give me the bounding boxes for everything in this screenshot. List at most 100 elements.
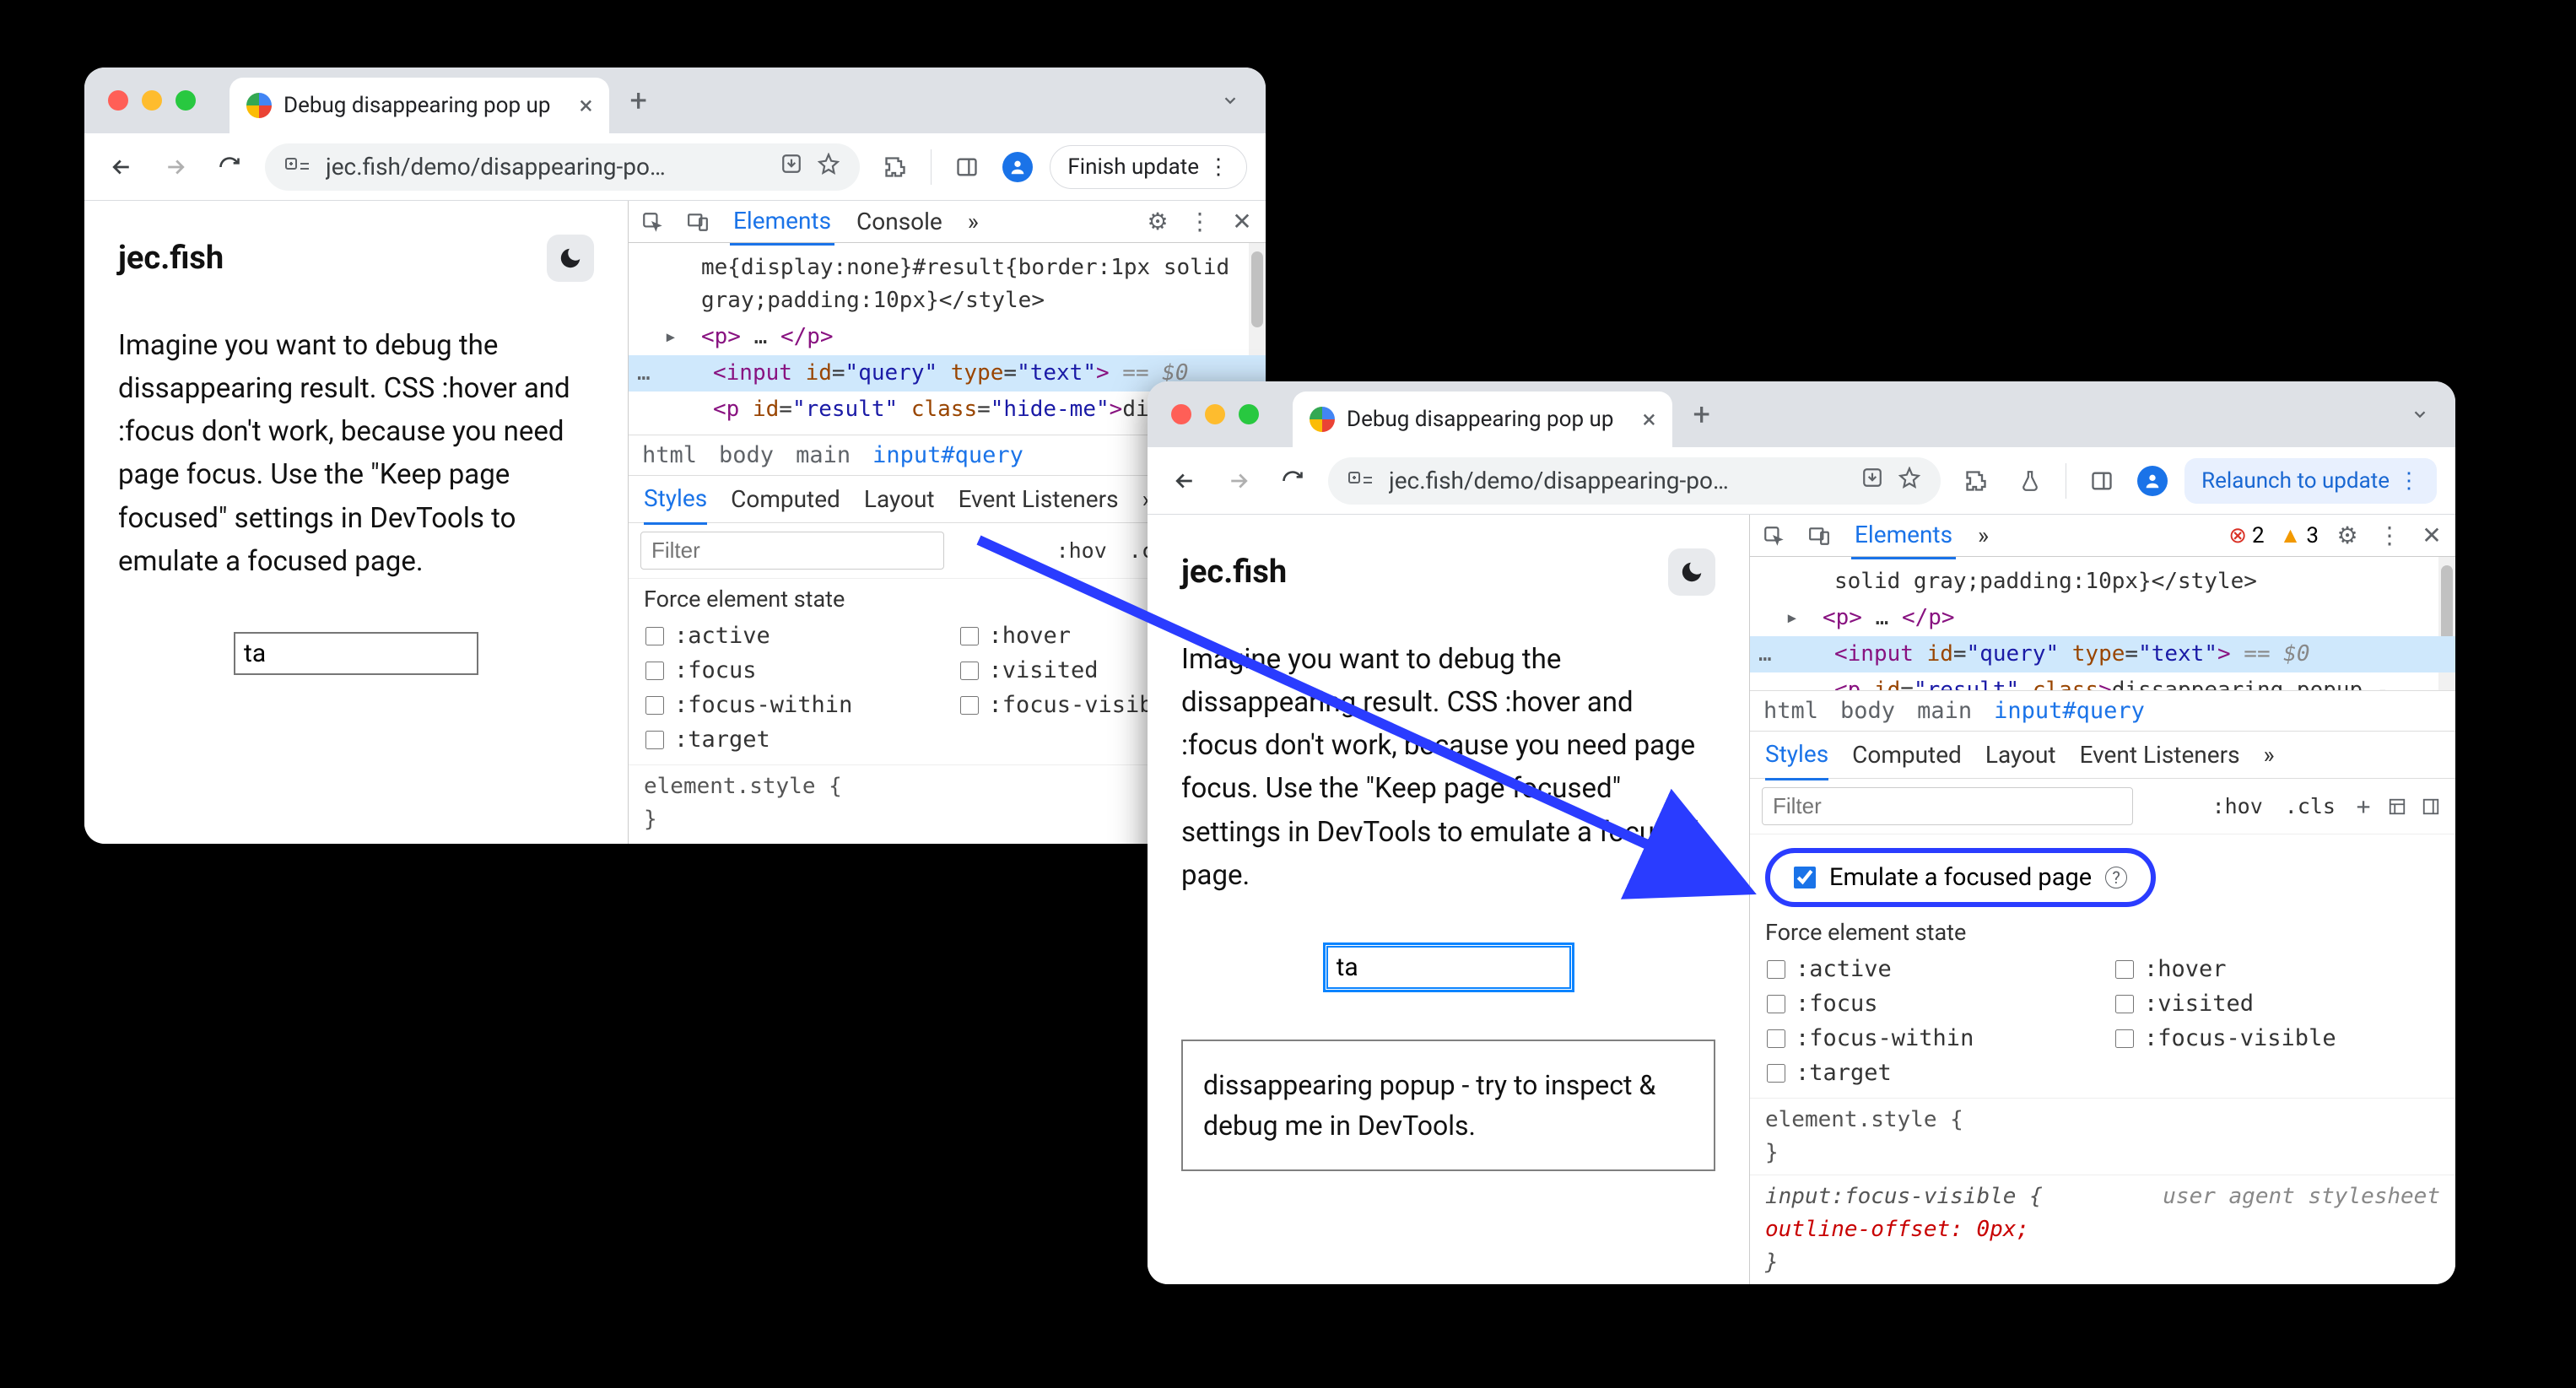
forward-button[interactable] bbox=[1220, 462, 1257, 500]
state-focus-visible[interactable]: :focus-visible bbox=[2115, 1025, 2438, 1051]
reload-button[interactable] bbox=[211, 149, 248, 186]
warning-count[interactable]: ▲3 bbox=[2280, 522, 2319, 548]
emulate-focused-checkbox[interactable] bbox=[1794, 867, 1816, 888]
tab-computed[interactable]: Computed bbox=[1852, 731, 1962, 779]
query-input[interactable] bbox=[1326, 946, 1571, 989]
profile-avatar[interactable] bbox=[2137, 466, 2168, 496]
state-hover[interactable]: :hover bbox=[2115, 956, 2438, 982]
close-icon[interactable]: ✕ bbox=[1229, 208, 1256, 235]
bc-body[interactable]: body bbox=[719, 442, 774, 468]
tab-console[interactable]: Console bbox=[853, 199, 946, 244]
window-maximize-icon[interactable] bbox=[1239, 404, 1259, 424]
labs-icon[interactable] bbox=[2012, 462, 2049, 500]
bc-main[interactable]: main bbox=[796, 442, 851, 468]
close-icon[interactable]: ✕ bbox=[2418, 522, 2445, 549]
update-chip[interactable]: Relaunch to update ⋮ bbox=[2184, 458, 2437, 504]
site-info-icon[interactable] bbox=[285, 153, 311, 181]
state-focus[interactable]: :focus bbox=[645, 657, 935, 683]
hov-toggle[interactable]: :hov bbox=[2206, 791, 2270, 822]
back-button[interactable] bbox=[1166, 462, 1203, 500]
site-info-icon[interactable] bbox=[1348, 467, 1374, 494]
styles-filter-input[interactable] bbox=[640, 532, 944, 570]
tabs-dropdown-icon[interactable] bbox=[2403, 397, 2437, 431]
extensions-icon[interactable] bbox=[1958, 462, 1995, 500]
dom-tree[interactable]: solid gray;padding:10px}</style> ▸<p> … … bbox=[1750, 557, 2455, 690]
state-focus-within[interactable]: :focus-within bbox=[1767, 1025, 2090, 1051]
window-close-icon[interactable] bbox=[1171, 404, 1191, 424]
theme-toggle[interactable] bbox=[547, 235, 594, 282]
tab-styles[interactable]: Styles bbox=[644, 474, 707, 525]
tab-event-listeners[interactable]: Event Listeners bbox=[959, 475, 1119, 523]
install-app-icon[interactable] bbox=[780, 153, 802, 181]
kebab-icon[interactable]: ⋮ bbox=[1186, 208, 1213, 235]
side-panel-icon[interactable] bbox=[948, 149, 986, 186]
address-bar[interactable]: jec.fish/demo/disappearing-po… bbox=[265, 143, 860, 191]
cls-toggle[interactable]: .cls bbox=[2278, 791, 2342, 822]
state-visited[interactable]: :visited bbox=[2115, 991, 2438, 1017]
forward-button[interactable] bbox=[157, 149, 194, 186]
tab-event-listeners[interactable]: Event Listeners bbox=[2080, 731, 2240, 779]
tab-layout[interactable]: Layout bbox=[1985, 731, 2056, 779]
styles-filter-input[interactable] bbox=[1762, 787, 2133, 825]
window-maximize-icon[interactable] bbox=[176, 90, 196, 111]
close-icon[interactable]: × bbox=[1642, 405, 1655, 435]
profile-avatar[interactable] bbox=[1002, 152, 1033, 182]
inspect-icon[interactable] bbox=[1760, 522, 1787, 549]
extensions-icon[interactable] bbox=[877, 149, 914, 186]
tab-more[interactable]: » bbox=[1974, 513, 1992, 558]
new-tab-button[interactable]: + bbox=[629, 83, 646, 118]
address-bar[interactable]: jec.fish/demo/disappearing-po… bbox=[1328, 457, 1941, 505]
ua-rule-block[interactable]: input:focus-visible {user agent styleshe… bbox=[1750, 1175, 2455, 1284]
state-active[interactable]: :active bbox=[1767, 956, 2090, 982]
query-input[interactable] bbox=[234, 632, 478, 675]
tab-computed[interactable]: Computed bbox=[731, 475, 840, 523]
back-button[interactable] bbox=[103, 149, 140, 186]
hov-toggle[interactable]: :hov bbox=[1050, 535, 1114, 566]
bc-body[interactable]: body bbox=[1840, 698, 1895, 724]
window-minimize-icon[interactable] bbox=[142, 90, 162, 111]
bc-input[interactable]: input#query bbox=[1994, 698, 2145, 724]
state-focus[interactable]: :focus bbox=[1767, 991, 2090, 1017]
rendering-icon[interactable] bbox=[2384, 794, 2410, 819]
gear-icon[interactable]: ⚙ bbox=[2334, 522, 2361, 549]
state-focus-within[interactable]: :focus-within bbox=[645, 692, 935, 718]
bc-input[interactable]: input#query bbox=[872, 442, 1023, 468]
tab-styles[interactable]: Styles bbox=[1765, 730, 1828, 780]
theme-toggle[interactable] bbox=[1668, 548, 1715, 596]
tab-more[interactable]: » bbox=[964, 199, 982, 244]
bookmark-icon[interactable] bbox=[1898, 467, 1920, 494]
update-chip[interactable]: Finish update ⋮ bbox=[1050, 145, 1247, 189]
dom-breadcrumb[interactable]: html body main input#query bbox=[1750, 690, 2455, 732]
bc-main[interactable]: main bbox=[1917, 698, 1972, 724]
install-app-icon[interactable] bbox=[1861, 467, 1883, 494]
reload-button[interactable] bbox=[1274, 462, 1311, 500]
bookmark-icon[interactable] bbox=[818, 153, 840, 181]
kebab-icon[interactable]: ⋮ bbox=[2376, 522, 2403, 549]
inspect-icon[interactable] bbox=[639, 208, 666, 235]
device-toolbar-icon[interactable] bbox=[1806, 522, 1833, 549]
window-close-icon[interactable] bbox=[108, 90, 128, 111]
state-active[interactable]: :active bbox=[645, 623, 935, 649]
device-toolbar-icon[interactable] bbox=[684, 208, 711, 235]
tab-elements[interactable]: Elements bbox=[730, 198, 834, 246]
new-style-rule-icon[interactable]: + bbox=[2351, 794, 2376, 819]
window-minimize-icon[interactable] bbox=[1205, 404, 1225, 424]
tab-elements[interactable]: Elements bbox=[1851, 512, 1956, 559]
error-count[interactable]: ⊗2 bbox=[2228, 523, 2264, 548]
bc-html[interactable]: html bbox=[1763, 698, 1818, 724]
gear-icon[interactable]: ⚙ bbox=[1144, 208, 1171, 235]
tab-layout[interactable]: Layout bbox=[864, 475, 935, 523]
side-panel-icon[interactable] bbox=[2083, 462, 2120, 500]
new-tab-button[interactable]: + bbox=[1693, 397, 1709, 432]
bc-html[interactable]: html bbox=[642, 442, 697, 468]
tabs-dropdown-icon[interactable] bbox=[1213, 84, 1247, 117]
element-style-block[interactable]: element.style { } bbox=[1750, 1098, 2455, 1175]
browser-tab[interactable]: Debug disappearing pop up × bbox=[230, 78, 609, 133]
help-icon[interactable]: ? bbox=[2105, 867, 2127, 888]
emulate-focused-page[interactable]: Emulate a focused page ? bbox=[1765, 848, 2156, 907]
state-target[interactable]: :target bbox=[645, 726, 935, 753]
close-icon[interactable]: × bbox=[579, 91, 592, 121]
state-target[interactable]: :target bbox=[1767, 1060, 2090, 1086]
computed-styles-sidebar-icon[interactable] bbox=[2418, 794, 2444, 819]
browser-tab[interactable]: Debug disappearing pop up × bbox=[1293, 392, 1672, 447]
